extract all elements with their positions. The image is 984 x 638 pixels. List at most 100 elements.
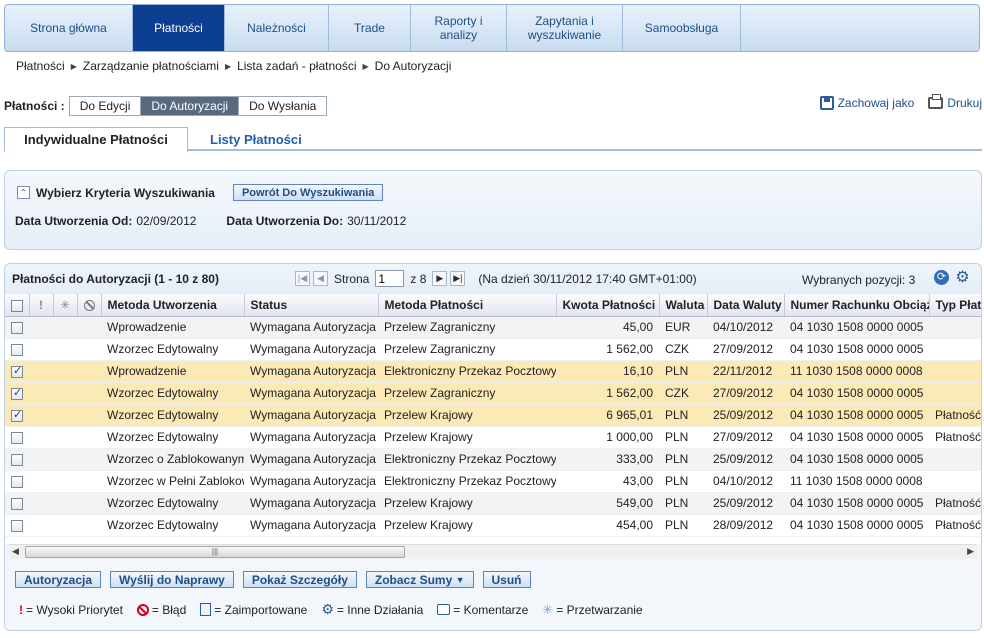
- page-input[interactable]: [375, 270, 405, 287]
- page-actions: Zachowaj jako Drukuj: [819, 94, 982, 110]
- row-checkbox[interactable]: [11, 343, 23, 356]
- payment-method-cell: Przelew Zagraniczny: [378, 316, 556, 339]
- status-filter: Płatności : Do Edycji Do Autoryzacji Do …: [4, 96, 328, 116]
- scroll-right-icon[interactable]: ▶: [967, 546, 974, 557]
- nav-item-inquiries[interactable]: Zapytania i wyszukiwanie: [507, 5, 623, 51]
- row-checkbox-cell[interactable]: [5, 492, 29, 515]
- nav-item-payments[interactable]: Płatności: [133, 5, 225, 51]
- view-totals-label: Zobacz Sumy: [374, 572, 453, 587]
- column-header-amount[interactable]: Kwota Płatności: [556, 294, 660, 317]
- scroll-left-icon[interactable]: ◀: [12, 546, 19, 557]
- view-totals-button[interactable]: Zobacz Sumy ▼: [365, 571, 474, 588]
- delete-button[interactable]: Usuń: [482, 571, 531, 588]
- nav-item-home[interactable]: Strona główna: [5, 5, 133, 51]
- date-from-label: Data Utworzenia Od:: [15, 214, 133, 228]
- spinner-icon: ✳: [542, 601, 554, 617]
- row-checkbox[interactable]: [11, 475, 23, 488]
- breadcrumb-item[interactable]: Lista zadań - płatności: [237, 59, 356, 73]
- save-as-label: Zachowaj jako: [837, 96, 915, 110]
- show-details-button[interactable]: Pokaż Szczegóły: [242, 571, 357, 588]
- table-row[interactable]: Wzorzec o Zablokowanym Wymagana Autoryzac…: [5, 448, 981, 471]
- status-option-send[interactable]: Do Wysłania: [239, 97, 327, 115]
- select-all-header[interactable]: [5, 294, 30, 317]
- row-checkbox[interactable]: [11, 519, 23, 532]
- row-checkbox-cell[interactable]: [5, 448, 29, 471]
- save-as-button[interactable]: Zachowaj jako: [819, 96, 915, 110]
- amount-cell: 45,00: [556, 316, 659, 339]
- row-checkbox-cell[interactable]: [5, 338, 29, 361]
- processing-cell: [53, 382, 77, 405]
- column-header-method[interactable]: Metoda Utworzenia: [101, 294, 245, 317]
- row-checkbox[interactable]: [11, 453, 23, 466]
- page-of-label: z 8: [410, 271, 427, 286]
- collapse-icon[interactable]: ⌃: [17, 186, 30, 199]
- row-checkbox[interactable]: [11, 408, 23, 422]
- breadcrumb-item[interactable]: Zarządzanie płatnościami: [83, 59, 219, 73]
- row-checkbox[interactable]: [11, 321, 23, 334]
- row-checkbox-cell[interactable]: [5, 316, 29, 339]
- last-page-icon[interactable]: ▶|: [450, 271, 466, 286]
- row-checkbox-cell[interactable]: [5, 360, 29, 383]
- column-header-value-date[interactable]: Data Waluty: [707, 294, 785, 317]
- refresh-icon[interactable]: ⟳: [934, 270, 949, 285]
- method-cell: Wzorzec w Pełni Zablokowany: [101, 470, 244, 493]
- table-row[interactable]: Wzorzec EdytowalnyWymagana AutoryzacjaPr…: [5, 404, 981, 427]
- row-checkbox[interactable]: [11, 386, 23, 400]
- horizontal-scrollbar[interactable]: ◀ ||| ▶: [9, 544, 977, 559]
- first-page-icon[interactable]: |◀: [295, 271, 310, 286]
- tab-payment-lists[interactable]: Listy Płatności: [188, 127, 318, 151]
- prev-page-icon[interactable]: ◀: [313, 271, 328, 286]
- gear-icon[interactable]: ⚙: [955, 270, 970, 286]
- payments-grid-panel: Płatności do Autoryzacji (1 - 10 z 80) |…: [4, 263, 982, 631]
- row-checkbox-cell[interactable]: [5, 514, 29, 537]
- exclamation-icon: !: [39, 297, 43, 312]
- back-to-search-button[interactable]: Powrót Do Wyszukiwania: [232, 184, 384, 201]
- grid-title: Płatności do Autoryzacji (1 - 10 z 80): [12, 272, 219, 286]
- tab-individual-payments[interactable]: Indywidualne Płatności: [4, 127, 188, 153]
- legend-item: ⚙ = Inne Działania: [321, 601, 423, 618]
- legend-label: = Przetwarzanie: [556, 602, 643, 617]
- status-option-edit[interactable]: Do Edycji: [69, 97, 142, 115]
- breadcrumb-item[interactable]: Płatności: [16, 59, 65, 73]
- payment-method-cell: Przelew Krajowy: [378, 426, 556, 449]
- column-header-payment-method[interactable]: Metoda Płatności: [378, 294, 557, 317]
- nav-item-trade[interactable]: Trade: [329, 5, 411, 51]
- table-row[interactable]: Wzorzec EdytowalnyWymagana AutoryzacjaPr…: [5, 492, 981, 515]
- row-checkbox-cell[interactable]: [5, 470, 29, 493]
- table-row[interactable]: Wzorzec EdytowalnyWymagana AutoryzacjaPr…: [5, 382, 981, 405]
- value-date-cell: 25/09/2012: [707, 492, 784, 515]
- column-header-type[interactable]: Typ Płatności: [929, 294, 981, 317]
- column-header-currency[interactable]: Waluta: [659, 294, 708, 317]
- account-cell: 11 1030 1508 0000 0008: [784, 470, 929, 493]
- scrollbar-thumb[interactable]: |||: [25, 546, 405, 558]
- nav-item-reports[interactable]: Raporty i analizy: [411, 5, 507, 51]
- table-row[interactable]: Wprowadzenie Wymagana Autoryzacja Przelew …: [5, 316, 981, 339]
- row-checkbox-cell[interactable]: [5, 426, 29, 449]
- table-row[interactable]: Wzorzec EdytowalnyWymagana AutoryzacjaPr…: [5, 338, 981, 361]
- breadcrumb: Płatności ▶ Zarządzanie płatnościami ▶ L…: [16, 59, 451, 73]
- column-header-status[interactable]: Status: [244, 294, 379, 317]
- status-cell: Wymagana Autoryzacja: [244, 316, 378, 339]
- column-header-account[interactable]: Numer Rachunku Obciążanego: [784, 294, 930, 317]
- table-row[interactable]: Wzorzec w Pełni ZablokowanyWymagana Auto…: [5, 470, 981, 493]
- account-cell: 04 1030 1508 0000 0005: [784, 404, 929, 427]
- table-row[interactable]: Wzorzec EdytowalnyWymagana AutoryzacjaPr…: [5, 514, 981, 537]
- row-checkbox-cell[interactable]: [5, 404, 29, 427]
- nav-item-self-service[interactable]: Samoobsługa: [623, 5, 741, 51]
- table-row[interactable]: Wzorzec EdytowalnyWymagana AutoryzacjaPr…: [5, 426, 981, 449]
- row-checkbox[interactable]: [11, 364, 23, 378]
- next-page-icon[interactable]: ▶: [432, 271, 448, 286]
- print-button[interactable]: Drukuj: [928, 94, 982, 110]
- legend-label: = Inne Działania: [336, 602, 424, 617]
- table-row[interactable]: WprowadzenieWymagana AutoryzacjaElektron…: [5, 360, 981, 383]
- row-checkbox[interactable]: [11, 497, 23, 510]
- status-option-authorize[interactable]: Do Autoryzacji: [141, 97, 240, 115]
- send-for-repair-button[interactable]: Wyślij do Naprawy: [110, 571, 234, 588]
- row-checkbox[interactable]: [11, 431, 23, 444]
- legend-item: = Komentarze: [437, 603, 528, 617]
- row-checkbox-cell[interactable]: [5, 382, 29, 405]
- authorize-button[interactable]: Autoryzacja: [15, 571, 102, 588]
- nav-item-receivables[interactable]: Należności: [225, 5, 329, 51]
- legend-item: ! = Wysoki Priorytet: [19, 603, 123, 617]
- select-all-checkbox[interactable]: [10, 299, 23, 312]
